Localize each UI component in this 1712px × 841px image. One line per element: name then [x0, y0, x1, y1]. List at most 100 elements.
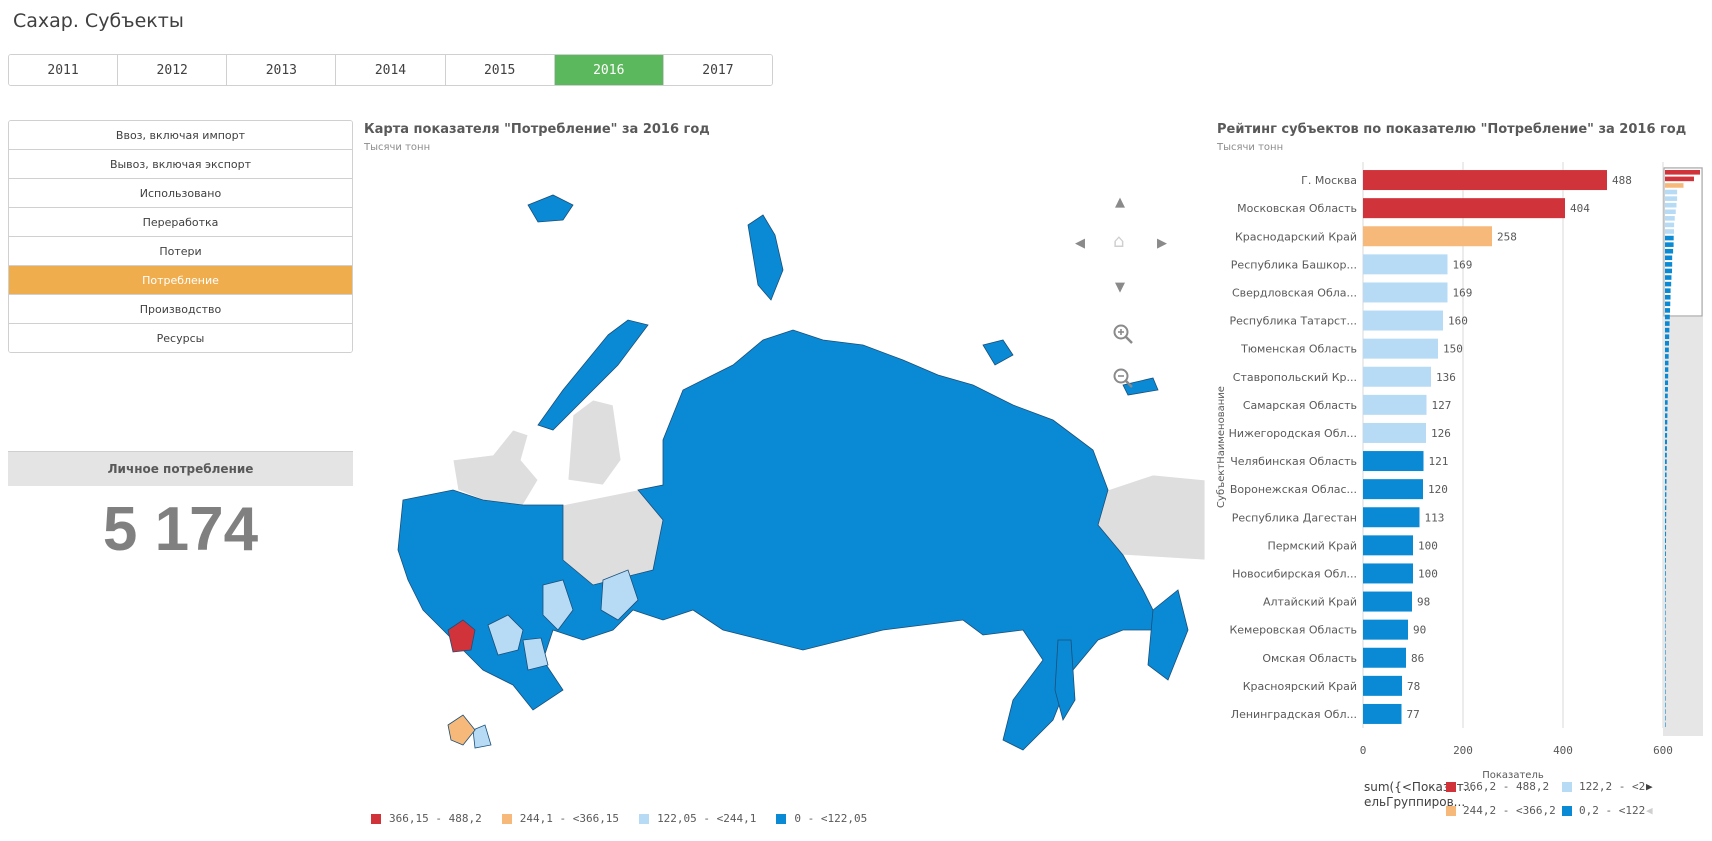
arrow-up-icon[interactable]: ▲ [1115, 196, 1125, 209]
legend-label: 122,05 - <244,1 [657, 812, 757, 825]
value-label: 258 [1497, 230, 1517, 243]
value-label: 169 [1453, 286, 1473, 299]
indicator-item[interactable]: Переработка [9, 208, 352, 237]
bar[interactable] [1363, 675, 1402, 696]
minimap-bar [1665, 715, 1666, 721]
year-button-2011[interactable]: 2011 [9, 55, 119, 85]
map-region-nodata[interactable] [452, 429, 539, 506]
home-icon[interactable]: ⌂ [1113, 233, 1124, 251]
minimap-bar [1665, 564, 1666, 570]
bar[interactable] [1363, 338, 1438, 359]
map-region-upper-mid[interactable] [447, 714, 476, 746]
map-region-mid[interactable] [472, 724, 492, 749]
bar[interactable] [1363, 451, 1424, 472]
year-button-2014[interactable]: 2014 [336, 55, 446, 85]
arrow-left-icon[interactable]: ◀ [1075, 237, 1085, 250]
bar[interactable] [1363, 591, 1412, 612]
legend-label: 0,2 - <122 [1579, 804, 1646, 817]
bar[interactable] [1363, 366, 1431, 387]
indicator-item[interactable]: Производство [9, 295, 352, 324]
minimap-bar [1665, 268, 1673, 274]
minimap-bar [1665, 242, 1674, 247]
indicator-item[interactable]: Использовано [9, 179, 352, 208]
minimap-bar [1665, 387, 1668, 392]
rating-bar-chart: 0 200 400 600 Г. Москва 488 Московская Область… [1216, 162, 1703, 781]
bar[interactable] [1363, 422, 1426, 443]
minimap-bar [1665, 373, 1669, 379]
year-button-2016[interactable]: 2016 [554, 55, 664, 85]
minimap-bar [1665, 465, 1667, 471]
minimap-bar [1665, 485, 1667, 491]
category-label: Республика Башкор... [1231, 258, 1357, 271]
map-region-low[interactable] [1147, 589, 1189, 681]
minimap-bar [1665, 636, 1666, 642]
bar[interactable] [1363, 507, 1420, 528]
russia-map[interactable]: ▲ ◀ ⌂ ▶ ▼ [363, 160, 1205, 760]
bar[interactable] [1363, 619, 1408, 640]
minimap-bar [1665, 525, 1667, 530]
map-region-low[interactable] [527, 194, 574, 223]
bar[interactable] [1363, 198, 1565, 219]
minimap-bar [1665, 176, 1694, 182]
minimap-bar [1665, 479, 1667, 484]
indicator-item[interactable]: Потребление [9, 266, 352, 295]
minimap-bar [1665, 419, 1668, 425]
indicator-item[interactable]: Потери [9, 237, 352, 266]
indicator-item[interactable]: Ресурсы [9, 324, 352, 352]
category-label: Республика Дагестан [1232, 511, 1357, 524]
category-label: Воронежская Облас... [1230, 483, 1357, 496]
bar[interactable] [1363, 170, 1607, 191]
arrow-right-icon[interactable]: ▶ [1157, 237, 1167, 250]
minimap-bar [1665, 340, 1670, 346]
map-region-low[interactable] [397, 329, 1164, 751]
minimap-bar [1665, 281, 1672, 287]
arrow-down-icon[interactable]: ▼ [1115, 281, 1125, 294]
year-button-2017[interactable]: 2017 [663, 55, 772, 85]
minimap-bar [1665, 321, 1670, 326]
map-region-low[interactable] [747, 214, 784, 301]
bar[interactable] [1363, 563, 1413, 584]
minimap-bar [1665, 676, 1666, 681]
zoom-out-icon[interactable] [1112, 367, 1134, 389]
minimap-bar [1665, 222, 1675, 228]
zoom-in-icon[interactable] [1112, 323, 1134, 345]
indicator-item[interactable]: Ввоз, включая импорт [9, 121, 352, 150]
category-label: Краснодарский Край [1235, 230, 1357, 243]
category-label: Г. Москва [1301, 174, 1357, 187]
minimap-bar [1665, 505, 1667, 511]
indicator-item[interactable]: Вывоз, включая экспорт [9, 150, 352, 179]
year-button-2012[interactable]: 2012 [118, 55, 228, 85]
minimap-bar [1665, 334, 1670, 340]
category-label: Омская Область [1262, 652, 1357, 665]
minimap-bar [1665, 288, 1671, 293]
year-button-2015[interactable]: 2015 [445, 55, 555, 85]
minimap-bar [1665, 183, 1684, 188]
bar[interactable] [1363, 282, 1448, 303]
bar[interactable] [1363, 226, 1492, 247]
legend-prev-icon[interactable]: ◀ [1646, 804, 1653, 817]
legend-swatch [1562, 781, 1572, 792]
bar[interactable] [1363, 703, 1402, 724]
bar[interactable] [1363, 647, 1406, 668]
category-label: Ставропольский Кр... [1233, 371, 1357, 384]
bar[interactable] [1363, 479, 1423, 500]
value-label: 113 [1425, 511, 1445, 524]
bar[interactable] [1363, 310, 1443, 331]
bar[interactable] [1363, 254, 1448, 275]
minimap-bar [1665, 308, 1671, 313]
map-region-nodata[interactable] [562, 489, 664, 586]
map-region-low[interactable] [982, 339, 1014, 366]
bar[interactable] [1363, 535, 1413, 556]
map-region-nodata[interactable] [567, 399, 622, 486]
minimap-bar [1665, 248, 1674, 254]
legend-label: 122,2 - <2 [1579, 780, 1646, 793]
minimap-bar [1665, 702, 1666, 708]
minimap-bar [1665, 551, 1666, 557]
legend-label: 244,2 - <366,2 [1463, 804, 1556, 817]
legend-next-icon[interactable]: ▶ [1646, 780, 1653, 793]
bar[interactable] [1363, 394, 1427, 415]
map-subtitle: Тысячи тонн [364, 142, 431, 153]
minimap-bar [1665, 301, 1671, 307]
app-title: Сахар. Субъекты [13, 10, 184, 32]
year-button-2013[interactable]: 2013 [227, 55, 337, 85]
